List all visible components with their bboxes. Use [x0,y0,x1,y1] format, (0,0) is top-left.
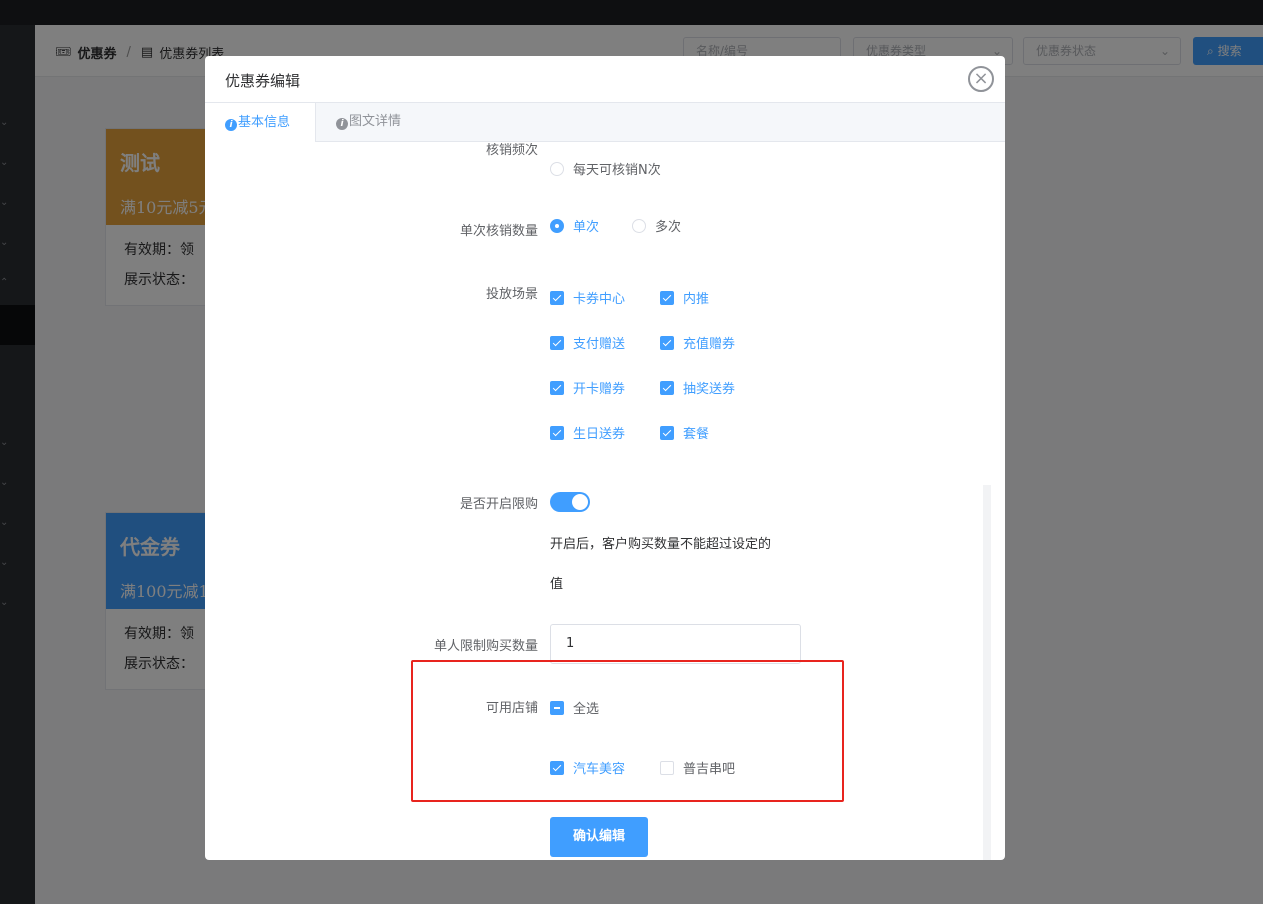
scene-checkbox[interactable]: 内推 [660,288,709,307]
tab-label: 基本信息 [238,115,291,130]
tab-rich-detail[interactable]: i 图文详情 [316,102,421,142]
checkbox[interactable] [660,425,674,440]
checkbox-label: 抽奖送券 [683,382,736,397]
scene-checkbox[interactable]: 支付赠送 [550,333,625,352]
single-qty-radio-multi[interactable]: 多次 [632,216,681,235]
close-icon[interactable]: × [968,66,994,92]
checkbox[interactable] [550,380,564,395]
radio-label: 单次 [573,220,600,235]
purchase-limit-toggle[interactable] [550,492,590,512]
checkbox-label: 套餐 [683,427,710,442]
checkbox[interactable] [660,290,674,305]
info-icon: i [336,118,348,130]
dialog-tabs: i 基本信息 i 图文详情 [205,102,1005,142]
radio-label: 多次 [655,220,682,235]
verify-freq-radio[interactable]: 每天可核销N次 [550,159,661,178]
highlight-box [411,660,844,802]
dialog-scrollbar[interactable] [983,485,991,860]
checkbox-label: 内推 [683,292,710,307]
checkbox[interactable] [550,335,564,350]
checkbox[interactable] [550,425,564,440]
radio-label: 每天可核销N次 [573,163,661,178]
purchase-limit-hint-cont: 值 [550,577,564,592]
per-person-limit-value: 1 [566,636,575,651]
per-person-limit-input[interactable]: 1 [550,624,801,664]
scene-checkbox[interactable]: 抽奖送券 [660,378,735,397]
tab-label: 图文详情 [349,114,402,129]
tab-basic-info[interactable]: i 基本信息 [205,102,316,142]
info-icon: i [225,119,237,131]
scene-checkbox[interactable]: 充值赠券 [660,333,735,352]
checkbox-label: 生日送券 [573,427,626,442]
confirm-edit-button[interactable]: 确认编辑 [550,817,648,857]
purchase-limit-hint: 开启后，客户购买数量不能超过设定的 [550,537,772,552]
radio-button[interactable] [550,218,564,233]
scene-checkbox[interactable]: 卡券中心 [550,288,625,307]
per-person-limit-label: 单人限制购买数量 [433,639,538,654]
scene-checkbox[interactable]: 套餐 [660,423,709,442]
scene-checkbox[interactable]: 生日送券 [550,423,625,442]
single-qty-label: 单次核销数量 [459,224,538,239]
checkbox-label: 充值赠券 [683,337,736,352]
scenes-label: 投放场景 [485,287,538,302]
scene-checkbox[interactable]: 开卡赠券 [550,378,625,397]
checkbox[interactable] [660,335,674,350]
checkbox-label: 支付赠送 [573,337,626,352]
radio-button[interactable] [632,218,646,233]
checkbox[interactable] [550,290,564,305]
radio-button[interactable] [550,161,564,176]
purchase-limit-label: 是否开启限购 [459,497,538,512]
checkbox-label: 卡券中心 [573,292,626,307]
single-qty-radio-single[interactable]: 单次 [550,216,599,235]
verify-freq-label: 核销频次 [485,143,538,158]
checkbox-label: 开卡赠券 [573,382,626,397]
checkbox[interactable] [660,380,674,395]
dialog-title: 优惠券编辑 [225,72,301,90]
